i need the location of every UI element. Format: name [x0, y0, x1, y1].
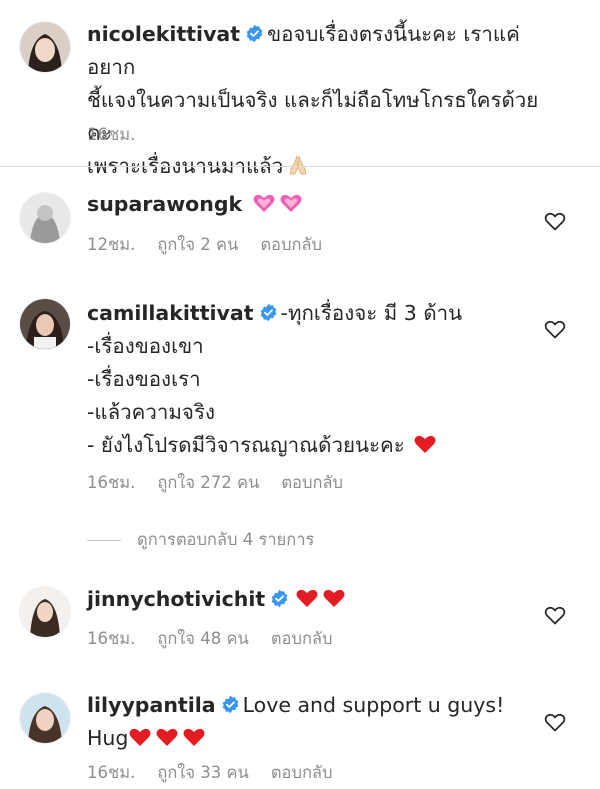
- username[interactable]: suparawongk: [87, 192, 242, 216]
- two-pink-hearts-emoji: [252, 191, 276, 215]
- comment-text: lilyypantila Love and support u guys! Hug: [87, 689, 557, 755]
- username[interactable]: nicolekittivat: [87, 22, 240, 46]
- comment-meta: 16ชม. ถูกใจ 33 คน ตอบกลับ: [87, 760, 355, 786]
- comment-meta: 12ชม. ถูกใจ 2 คน ตอบกลับ: [87, 232, 344, 258]
- username[interactable]: jinnychotivichit: [87, 587, 265, 611]
- avatar[interactable]: [20, 299, 70, 349]
- reply-button[interactable]: ตอบกลับ: [271, 629, 333, 648]
- like-heart-icon[interactable]: [543, 209, 567, 233]
- three-red-hearts-emoji: [182, 725, 206, 749]
- comment-line: -เรื่องของเขา: [87, 334, 204, 358]
- like-heart-icon[interactable]: [543, 317, 567, 341]
- folded-hands-emoji: [286, 153, 310, 177]
- like-heart-icon[interactable]: [543, 603, 567, 627]
- likes-count[interactable]: ถูกใจ 2 คน: [157, 235, 238, 254]
- comment-text: nicolekittivat ขอจบเรื่องตรงนี้นะคะ เราแค…: [87, 18, 557, 183]
- three-red-hearts-emoji: [128, 725, 152, 749]
- username[interactable]: lilyypantila: [87, 693, 216, 717]
- avatar[interactable]: [20, 587, 70, 637]
- timestamp: 16ชม.: [87, 473, 136, 492]
- likes-count[interactable]: ถูกใจ 272 คน: [157, 473, 259, 492]
- timestamp: 12ชม.: [87, 235, 136, 254]
- avatar[interactable]: [20, 693, 70, 743]
- comment-text: suparawongk: [87, 188, 557, 221]
- timestamp: 16ชม.: [87, 629, 136, 648]
- view-replies-line: [87, 539, 121, 541]
- two-red-hearts-emoji: [322, 586, 346, 610]
- like-heart-icon[interactable]: [543, 710, 567, 734]
- view-replies-label: ดูการตอบกลับ 4 รายการ: [137, 530, 315, 549]
- username[interactable]: camillakittivat: [87, 301, 254, 325]
- comment-text: jinnychotivichit: [87, 583, 557, 616]
- three-red-hearts-emoji: [155, 725, 179, 749]
- comment-line: Love and support u guys!: [242, 693, 505, 717]
- reply-button[interactable]: ตอบกลับ: [271, 763, 333, 782]
- comment-text: camillakittivat -ทุกเรื่องจะ มี 3 ด้าน -เ…: [87, 297, 557, 462]
- comment-line: - ยังไงโปรดมีวิจารณญาณด้วยนะคะ: [87, 433, 405, 457]
- view-replies-button[interactable]: ดูการตอบกลับ 4 รายการ: [87, 527, 314, 553]
- comment-line: -แล้วความจริง: [87, 400, 215, 424]
- divider: [0, 166, 600, 167]
- likes-count[interactable]: ถูกใจ 48 คน: [157, 629, 249, 648]
- comment-line: -เรื่องของเรา: [87, 367, 201, 391]
- comment-meta: 16ชม. ถูกใจ 272 คน ตอบกลับ: [87, 470, 365, 496]
- comment-meta: 16ชม. ถูกใจ 48 คน ตอบกลับ: [87, 626, 355, 652]
- avatar[interactable]: [20, 22, 70, 72]
- timestamp: 16ชม.: [87, 125, 136, 144]
- verified-badge-icon: [221, 695, 240, 714]
- reply-button[interactable]: ตอบกลับ: [260, 235, 322, 254]
- likes-count[interactable]: ถูกใจ 33 คน: [157, 763, 249, 782]
- two-red-hearts-emoji: [295, 586, 319, 610]
- comment-line: -ทุกเรื่องจะ มี 3 ด้าน: [280, 301, 463, 325]
- timestamp: 16ชม.: [87, 763, 136, 782]
- reply-button[interactable]: ตอบกลับ: [281, 473, 343, 492]
- red-heart-emoji: [413, 432, 437, 456]
- verified-badge-icon: [270, 589, 289, 608]
- comment-line: Hug: [87, 726, 129, 750]
- comment-meta: 16ชม.: [87, 122, 157, 148]
- verified-badge-icon: [245, 24, 264, 43]
- verified-badge-icon: [259, 303, 278, 322]
- two-pink-hearts-emoji: [279, 191, 303, 215]
- avatar[interactable]: [20, 193, 70, 243]
